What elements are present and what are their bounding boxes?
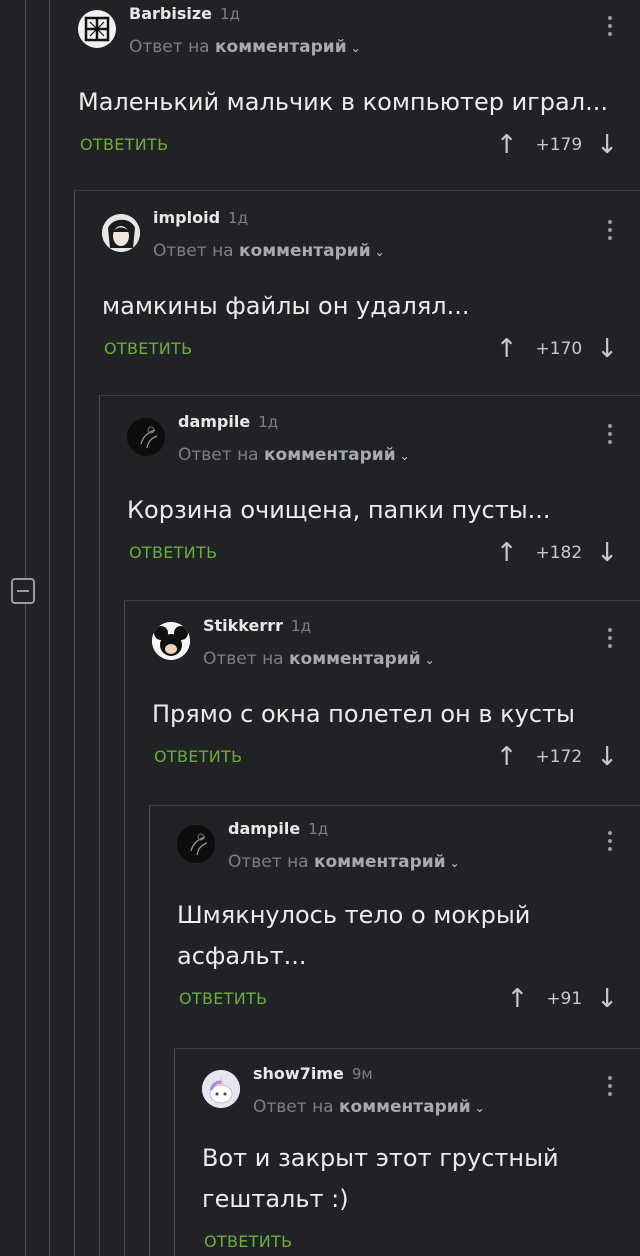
comment-text: Прямо с окна полетел он в кусты — [152, 700, 575, 728]
comment-text-line: Шмякнулось тело о мокрый — [177, 901, 531, 929]
vote-score: +91 — [546, 989, 583, 1009]
thread-line[interactable] — [49, 0, 50, 1256]
reply-button[interactable]: ОТВЕТИТЬ — [154, 747, 242, 766]
comment: Barbisize 1д Ответ на комментарий ⌄ Малень… — [78, 0, 640, 190]
comment-author[interactable]: imploid 1д — [153, 208, 248, 227]
vote-score: +172 — [535, 747, 583, 767]
rammstein-logo-icon — [84, 16, 110, 42]
avatar[interactable] — [152, 622, 190, 660]
thread-line[interactable] — [25, 0, 26, 1256]
comment-time: 1д — [228, 209, 248, 227]
vote-score: +179 — [535, 135, 583, 155]
comment-author[interactable]: Stikkerrr 1д — [203, 616, 311, 635]
vote-controls: ↑ +182 ↓ — [496, 539, 618, 567]
more-options-icon[interactable] — [608, 424, 612, 448]
more-options-icon[interactable] — [608, 1076, 612, 1100]
vote-controls: ↑ +172 ↓ — [496, 743, 618, 771]
thread-line[interactable] — [174, 1048, 175, 1256]
thread-line[interactable] — [99, 395, 100, 1256]
comment-time: 1д — [308, 820, 329, 838]
thread-line[interactable] — [124, 600, 125, 1256]
comment: imploid 1д Ответ на комментарий ⌄ мамкины … — [102, 204, 640, 394]
avatar[interactable] — [127, 418, 165, 456]
dark-sketch-avatar-icon — [177, 825, 215, 863]
reply-to-link[interactable]: Ответ на комментарий ⌄ — [178, 445, 410, 465]
unicorn-avatar-icon — [202, 1070, 240, 1108]
chevron-down-icon: ⌄ — [350, 41, 361, 55]
branch-connector — [124, 600, 640, 601]
more-options-icon[interactable] — [608, 628, 612, 652]
vote-controls: ↑ +91 ↓ — [507, 985, 618, 1013]
avatar[interactable] — [202, 1070, 240, 1108]
avatar[interactable] — [102, 214, 140, 252]
comment: show7ime 9м Ответ на комментарий ⌄ Вот и з… — [202, 1060, 640, 1256]
comment-text-line: Вот и закрыт этот грустный — [202, 1144, 559, 1172]
reply-button[interactable]: ОТВЕТИТЬ — [129, 543, 217, 562]
upvote-arrow-icon[interactable]: ↑ — [496, 539, 518, 567]
branch-connector — [149, 805, 640, 806]
comment-text: Маленький мальчик в компьютер играл... — [78, 88, 608, 116]
comment: dampile 1д Ответ на комментарий ⌄ Корзина … — [127, 408, 640, 598]
reply-to-link[interactable]: Ответ на комментарий ⌄ — [203, 649, 435, 669]
comment-time: 9м — [351, 1065, 373, 1083]
comment-time: 1д — [291, 617, 311, 635]
comment-time: 1д — [258, 413, 279, 431]
comment-time: 1д — [220, 5, 240, 23]
downvote-arrow-icon[interactable]: ↓ — [596, 539, 618, 567]
avatar[interactable] — [177, 825, 215, 863]
upvote-arrow-icon[interactable]: ↑ — [496, 131, 518, 159]
comment-author[interactable]: dampile 1д — [178, 412, 278, 431]
chevron-down-icon: ⌄ — [474, 1101, 485, 1115]
reply-to-link[interactable]: Ответ на комментарий ⌄ — [129, 37, 361, 57]
comment-text: мамкины файлы он удалял... — [102, 292, 470, 320]
reply-button[interactable]: ОТВЕТИТЬ — [204, 1232, 292, 1251]
chevron-down-icon: ⌄ — [449, 856, 460, 870]
reply-to-link[interactable]: Ответ на комментарий ⌄ — [253, 1097, 485, 1117]
upvote-arrow-icon[interactable]: ↑ — [496, 335, 518, 363]
thread-line[interactable] — [149, 805, 150, 1256]
downvote-arrow-icon[interactable]: ↓ — [596, 335, 618, 363]
avatar[interactable] — [78, 10, 116, 48]
comment-author[interactable]: dampile 1д — [228, 819, 328, 838]
comment-thread: Barbisize 1д Ответ на комментарий ⌄ Малень… — [0, 0, 640, 1256]
comment-text-line: гештальт :) — [202, 1185, 349, 1213]
upvote-arrow-icon[interactable]: ↑ — [496, 743, 518, 771]
reply-to-link[interactable]: Ответ на комментарий ⌄ — [153, 241, 385, 261]
downvote-arrow-icon[interactable]: ↓ — [596, 131, 618, 159]
comment: dampile 1д Ответ на комментарий ⌄ Шмякнуло… — [177, 815, 640, 1045]
dark-sketch-avatar-icon — [127, 418, 165, 456]
comment-text: Вот и закрыт этот грустный гештальт :) — [202, 1138, 559, 1220]
branch-connector — [74, 190, 640, 191]
more-options-icon[interactable] — [608, 220, 612, 244]
vote-controls: ↑ +170 ↓ — [496, 335, 618, 363]
comment: Stikkerrr 1д Ответ на комментарий ⌄ Прямо … — [152, 612, 640, 802]
downvote-arrow-icon[interactable]: ↓ — [596, 743, 618, 771]
branch-connector — [99, 395, 640, 396]
anime-avatar-icon — [102, 214, 140, 252]
reply-button[interactable]: ОТВЕТИТЬ — [179, 989, 267, 1008]
comment-text: Корзина очищена, папки пусты... — [127, 496, 551, 524]
vote-score: +170 — [535, 339, 583, 359]
more-options-icon[interactable] — [608, 16, 612, 40]
more-options-icon[interactable] — [608, 831, 612, 855]
downvote-arrow-icon[interactable]: ↓ — [596, 985, 618, 1013]
comment-text-line: асфальт... — [177, 942, 307, 970]
mickey-avatar-icon — [152, 622, 190, 660]
comment-author[interactable]: show7ime 9м — [253, 1064, 373, 1083]
vote-controls: ↑ +179 ↓ — [496, 131, 618, 159]
chevron-down-icon: ⌄ — [399, 449, 410, 463]
comment-text: Шмякнулось тело о мокрый асфальт... — [177, 895, 530, 977]
upvote-arrow-icon[interactable]: ↑ — [507, 985, 529, 1013]
reply-button[interactable]: ОТВЕТИТЬ — [80, 135, 168, 154]
collapse-thread-button[interactable] — [11, 578, 35, 604]
chevron-down-icon: ⌄ — [424, 653, 435, 667]
chevron-down-icon: ⌄ — [374, 245, 385, 259]
reply-to-link[interactable]: Ответ на комментарий ⌄ — [228, 852, 460, 872]
reply-button[interactable]: ОТВЕТИТЬ — [104, 339, 192, 358]
branch-connector — [174, 1048, 640, 1049]
vote-score: +182 — [535, 543, 583, 563]
thread-line[interactable] — [74, 190, 75, 1256]
comment-author[interactable]: Barbisize 1д — [129, 4, 240, 23]
